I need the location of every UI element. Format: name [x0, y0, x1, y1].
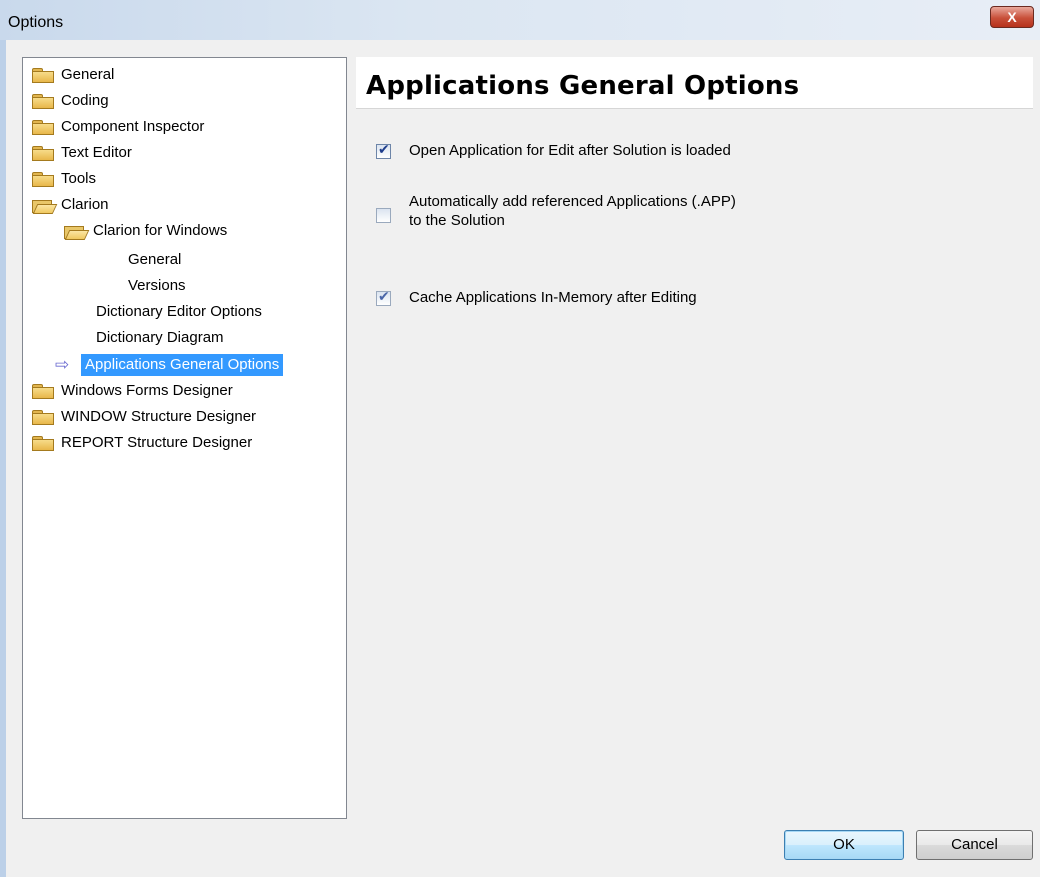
tree-item-clarion[interactable]: Clarion	[32, 192, 109, 218]
folder-closed-icon	[32, 93, 54, 109]
window-title: Options	[8, 14, 64, 31]
tree-item-applications-general-options[interactable]: ⇨ Applications General Options	[55, 352, 284, 378]
folder-closed-icon	[32, 383, 54, 399]
arrow-right-icon: ⇨	[55, 355, 70, 375]
title-bar[interactable]: Options X	[0, 0, 1040, 40]
folder-closed-icon	[32, 145, 54, 161]
tree-item-window-structure-designer[interactable]: WINDOW Structure Designer	[32, 404, 256, 430]
folder-open-icon	[32, 198, 54, 213]
panel-header: Applications General Options	[356, 57, 1033, 109]
tree-item-text-editor[interactable]: Text Editor	[32, 140, 132, 166]
folder-closed-icon	[32, 435, 54, 451]
cache-applications-label: Cache Applications In-Memory after Editi…	[409, 289, 697, 306]
tree-item-component-inspector[interactable]: Component Inspector	[32, 114, 204, 140]
ok-button[interactable]: OK	[784, 830, 904, 860]
window-border	[0, 40, 6, 877]
folder-open-icon	[64, 224, 86, 239]
tree-item-versions[interactable]: Versions	[128, 273, 186, 299]
close-icon: X	[1007, 9, 1017, 25]
auto-add-applications-checkbox[interactable]	[376, 208, 391, 223]
folder-closed-icon	[32, 171, 54, 187]
folder-closed-icon	[32, 119, 54, 135]
close-button[interactable]: X	[990, 6, 1034, 28]
tree-item-clarion-for-windows[interactable]: Clarion for Windows	[64, 218, 227, 244]
tree-item-coding[interactable]: Coding	[32, 88, 109, 114]
page-title: Applications General Options	[366, 71, 800, 101]
tree-item-general[interactable]: General	[32, 62, 114, 88]
open-application-label: Open Application for Edit after Solution…	[409, 142, 731, 159]
options-dialog: Options X General Coding Component Inspe…	[0, 0, 1040, 877]
open-application-checkbox[interactable]	[376, 142, 391, 159]
tree-item-dictionary-diagram[interactable]: Dictionary Diagram	[96, 325, 224, 351]
cache-applications-checkbox[interactable]	[376, 289, 391, 306]
auto-add-applications-label-line2: to the Solution	[409, 212, 505, 229]
options-tree[interactable]: General Coding Component Inspector Text …	[22, 57, 347, 819]
tree-item-windows-forms-designer[interactable]: Windows Forms Designer	[32, 378, 233, 404]
tree-item-tools[interactable]: Tools	[32, 166, 96, 192]
cancel-button[interactable]: Cancel	[916, 830, 1033, 860]
tree-item-cfw-general[interactable]: General	[128, 247, 181, 273]
tree-item-report-structure-designer[interactable]: REPORT Structure Designer	[32, 430, 252, 456]
folder-closed-icon	[32, 409, 54, 425]
tree-item-dictionary-editor-options[interactable]: Dictionary Editor Options	[96, 299, 262, 325]
auto-add-applications-label-line1: Automatically add referenced Application…	[409, 193, 736, 210]
folder-closed-icon	[32, 67, 54, 83]
